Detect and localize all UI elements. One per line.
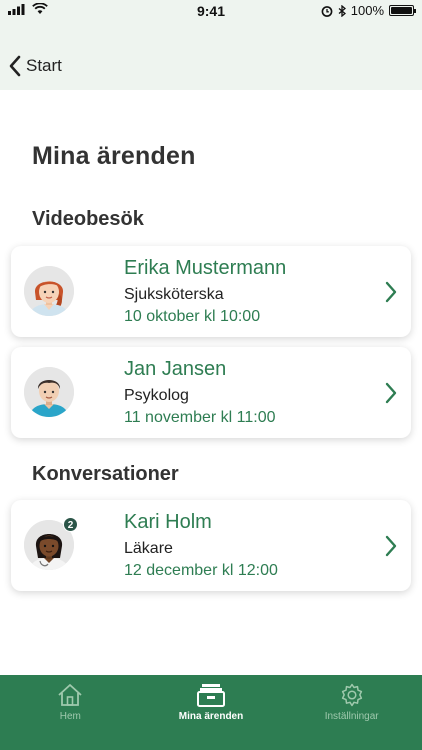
alarm-icon xyxy=(321,5,333,17)
battery-fill xyxy=(391,7,412,14)
conversation-card[interactable]: 2 Kari Holm Läkare 12 december kl 12:00 xyxy=(11,500,411,591)
tab-settings-label: Inställningar xyxy=(324,711,379,722)
section-title-video: Videobesök xyxy=(32,208,144,230)
battery-icon xyxy=(389,5,416,16)
avatar-container: 2 xyxy=(24,517,78,570)
status-bar: 9:41 100% xyxy=(0,0,422,22)
psychologist-avatar-icon xyxy=(24,367,74,417)
settings-icon xyxy=(341,683,362,707)
nurse-avatar-icon xyxy=(24,266,74,316)
contact-role: Sjuksköterska xyxy=(124,286,224,303)
conversation-date: 12 december kl 12:00 xyxy=(124,562,278,579)
status-right: 100% xyxy=(321,3,416,18)
tab-my-cases[interactable]: Mina ärenden xyxy=(141,675,282,750)
appointment-card[interactable]: Jan Jansen Psykolog 11 november kl 11:00 xyxy=(11,347,411,438)
section-title-conversations: Konversationer xyxy=(32,463,179,485)
appointment-date: 11 november kl 11:00 xyxy=(124,409,276,426)
tab-home[interactable]: Hem xyxy=(0,675,141,750)
contact-role: Läkare xyxy=(124,540,173,557)
navigation-bar: Start xyxy=(0,22,422,90)
tab-bar: Hem Mina ärenden Inställningar xyxy=(0,675,422,750)
chevron-right-icon xyxy=(385,382,397,404)
tab-settings[interactable]: Inställningar xyxy=(281,675,422,750)
home-icon xyxy=(58,684,82,706)
unread-badge: 2 xyxy=(63,517,78,532)
chevron-right-icon xyxy=(385,535,397,557)
appointment-card[interactable]: Erika Mustermann Sjuksköterska 10 oktobe… xyxy=(11,246,411,337)
bluetooth-icon xyxy=(338,4,346,17)
contact-name: Erika Mustermann xyxy=(124,257,287,279)
contact-name: Jan Jansen xyxy=(124,358,227,380)
tab-my-cases-label: Mina ärenden xyxy=(178,711,244,722)
tab-home-label: Hem xyxy=(59,711,81,722)
chevron-left-icon xyxy=(9,55,21,77)
page-title: Mina ärenden xyxy=(32,142,196,170)
back-button[interactable]: Start xyxy=(8,55,62,77)
chevron-right-icon xyxy=(385,281,397,303)
appointment-date: 10 oktober kl 10:00 xyxy=(124,308,261,325)
battery-percent: 100% xyxy=(350,3,384,18)
contact-name: Kari Holm xyxy=(124,511,212,533)
contact-role: Psykolog xyxy=(124,387,189,404)
cases-icon xyxy=(197,684,225,707)
back-label: Start xyxy=(26,56,62,75)
